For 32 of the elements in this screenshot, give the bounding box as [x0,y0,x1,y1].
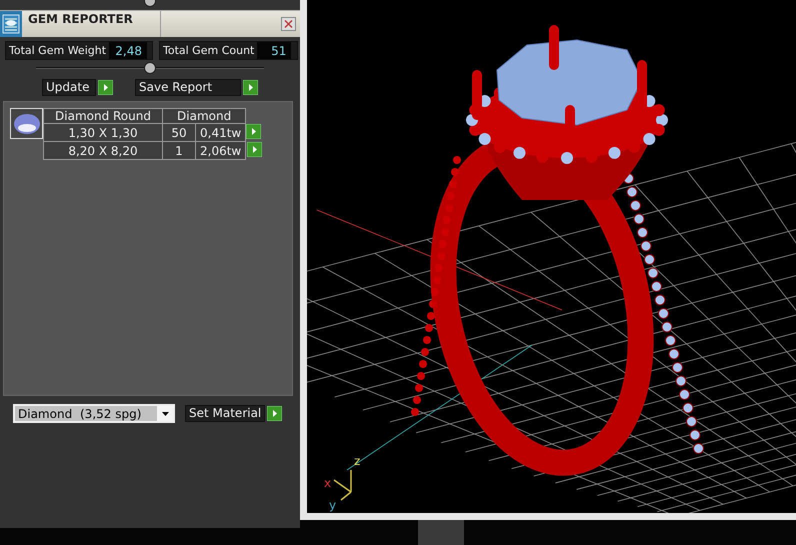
collapse-knob-icon[interactable] [144,62,156,74]
play-arrow-icon[interactable] [243,80,258,95]
material-dropdown[interactable]: Diamond (3,52 spg) [13,404,175,423]
total-value: 2,48 [109,42,148,59]
size-cell: 1,30 X 1,30 [44,124,162,142]
report-icon [2,14,20,34]
axis-label: x [324,476,332,490]
count-cell: 1 [162,142,196,160]
action-button[interactable]: Set Material [185,405,265,422]
column-header: Diamond [162,108,246,124]
play-arrow-icon[interactable] [246,142,262,156]
axis-gizmo-icon [333,469,352,501]
size-cell: 8,20 X 8,20 [44,142,162,160]
material-name: Diamond [17,406,74,420]
action-button[interactable]: Save Report [135,79,241,96]
total-label: Total Gem Weight [8,44,108,57]
total-value: 51 [257,42,292,59]
play-arrow-icon[interactable] [246,124,262,138]
action-button[interactable]: Update [42,79,96,96]
weight-cell: 0,41tw [196,124,246,142]
material-density: (3,52 spg) [80,406,142,420]
gem-icon [12,112,40,134]
dropdown-caret-icon[interactable] [162,412,168,416]
count-cell: 50 [162,124,196,142]
play-arrow-icon[interactable] [267,406,282,421]
play-arrow-icon[interactable] [98,80,113,95]
weight-cell: 2,06tw [196,142,246,160]
column-header: Diamond Round [44,108,162,124]
close-icon[interactable] [281,17,296,31]
panel-title: GEM REPORTER [22,11,161,37]
total-label: Total Gem Count [162,44,256,57]
axis-label: y [329,498,336,512]
